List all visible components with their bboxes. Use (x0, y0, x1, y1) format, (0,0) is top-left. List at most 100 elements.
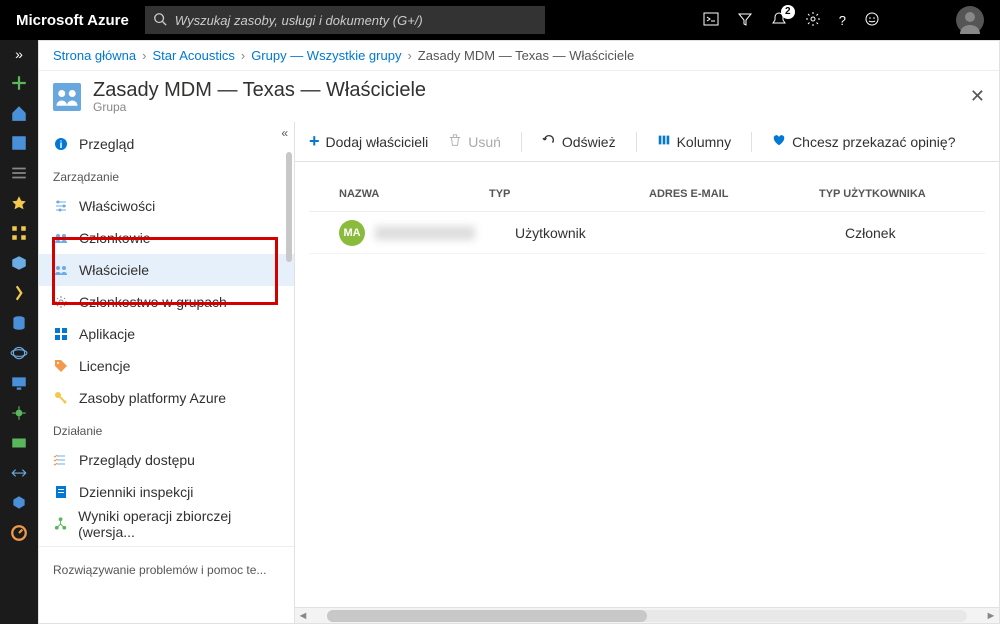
svg-text:i: i (60, 140, 63, 151)
collapse-panel-icon[interactable]: « (281, 126, 288, 140)
nav-create-icon[interactable] (10, 74, 28, 92)
col-name[interactable]: NAZWA (309, 188, 489, 200)
cloud-shell-icon[interactable] (703, 11, 719, 30)
section-activity: Działanie (39, 414, 294, 444)
side-panel: « i Przegląd Zarządzanie Właściwości Czł… (39, 122, 295, 623)
notification-badge: 2 (781, 5, 795, 19)
toolbar-separator (521, 132, 522, 152)
cell-type: Użytkownik (515, 225, 675, 241)
menu-label: Właściwości (79, 198, 155, 214)
nav-vm-icon[interactable] (10, 374, 28, 392)
menu-access-reviews[interactable]: Przeglądy dostępu (39, 444, 294, 476)
menu-audit-logs[interactable]: Dzienniki inspekcji (39, 476, 294, 508)
col-utype[interactable]: TYP UŻYTKOWNIKA (819, 188, 959, 200)
sliders-icon (53, 198, 69, 214)
breadcrumb-link[interactable]: Star Acoustics (152, 48, 234, 63)
nav-dashboard-icon[interactable] (10, 134, 28, 152)
nav-grid-icon[interactable] (10, 224, 28, 242)
menu-bulk-results[interactable]: Wyniki operacji zbiorczej (wersja... (39, 508, 294, 540)
menu-group-membership[interactable]: Członkostwo w grupach (39, 286, 294, 318)
nav-monitor-icon[interactable] (10, 524, 28, 542)
menu-label: Wyniki operacji zbiorczej (wersja... (78, 508, 280, 540)
nav-home-icon[interactable] (10, 104, 28, 122)
button-label: Kolumny (677, 134, 731, 150)
group-icon (53, 83, 81, 111)
nav-menu-icon[interactable] (10, 164, 28, 182)
breadcrumb: Strona główna › Star Acoustics › Grupy —… (39, 41, 999, 71)
nav-aad-icon[interactable] (10, 494, 28, 512)
menu-overview[interactable]: i Przegląd (39, 128, 294, 160)
key-icon (53, 390, 69, 406)
menu-properties[interactable]: Właściwości (39, 190, 294, 222)
filter-icon[interactable] (737, 11, 753, 30)
heart-icon (772, 133, 786, 150)
hierarchy-icon (53, 516, 68, 532)
menu-applications[interactable]: Aplikacje (39, 318, 294, 350)
search-icon (153, 12, 167, 29)
apps-icon (53, 326, 69, 342)
members-icon (53, 230, 69, 246)
button-label: Usuń (468, 134, 501, 150)
add-owners-button[interactable]: + Dodaj właścicieli (309, 131, 428, 152)
scroll-thumb[interactable] (327, 610, 647, 622)
menu-label: Właściciele (79, 262, 149, 278)
user-avatar[interactable] (956, 6, 984, 34)
global-search[interactable] (145, 6, 545, 34)
feedback-button[interactable]: Chcesz przekazać opinię? (772, 133, 955, 150)
chevron-right-icon: › (407, 48, 411, 63)
scroll-left-icon[interactable]: ◄ (295, 610, 311, 622)
toolbar: + Dodaj właścicieli Usuń Odśwież (295, 122, 999, 162)
info-icon: i (53, 136, 69, 152)
menu-licenses[interactable]: Licencje (39, 350, 294, 382)
row-avatar: MA (339, 220, 365, 246)
close-icon[interactable]: ✕ (970, 86, 985, 107)
nav-sql-icon[interactable] (10, 314, 28, 332)
page-title: Zasady MDM — Texas — Właściciele (93, 79, 426, 102)
scrollbar-thumb[interactable] (286, 152, 292, 262)
blurred-name (375, 226, 475, 240)
col-email[interactable]: ADRES E-MAIL (649, 188, 819, 200)
feedback-icon[interactable] (864, 11, 880, 30)
menu-azure-resources[interactable]: Zasoby platformy Azure (39, 382, 294, 414)
help-icon[interactable]: ? (839, 13, 846, 28)
scroll-right-icon[interactable]: ► (983, 610, 999, 622)
gear-icon (53, 294, 69, 310)
button-label: Chcesz przekazać opinię? (792, 134, 955, 150)
plus-icon: + (309, 131, 320, 152)
menu-label: Przeglądy dostępu (79, 452, 195, 468)
brand-logo: Microsoft Azure (16, 12, 129, 29)
menu-owners[interactable]: Właściciele (39, 254, 294, 286)
settings-icon[interactable] (805, 11, 821, 30)
toolbar-separator (751, 132, 752, 152)
section-manage: Zarządzanie (39, 160, 294, 190)
top-actions: 2 ? (703, 6, 984, 34)
breadcrumb-link[interactable]: Grupy — Wszystkie grupy (251, 48, 401, 63)
breadcrumb-link[interactable]: Strona główna (53, 48, 136, 63)
checklist-icon (53, 452, 69, 468)
nav-function-icon[interactable] (10, 284, 28, 302)
columns-button[interactable]: Kolumny (657, 133, 731, 150)
menu-members[interactable]: Członkowie (39, 222, 294, 254)
nav-network-icon[interactable] (10, 464, 28, 482)
nav-favorite-icon[interactable] (10, 194, 28, 212)
refresh-button[interactable]: Odśwież (542, 133, 616, 150)
breadcrumb-current: Zasady MDM — Texas — Właściciele (418, 48, 634, 63)
scroll-track[interactable] (327, 610, 967, 622)
menu-label: Dzienniki inspekcji (79, 484, 193, 500)
nav-cosmos-icon[interactable] (10, 344, 28, 362)
nav-loadbal-icon[interactable] (10, 404, 28, 422)
search-input[interactable] (145, 6, 545, 34)
cell-utype: Członek (845, 225, 985, 241)
nav-box-icon[interactable] (10, 254, 28, 272)
horizontal-scrollbar[interactable]: ◄ ► (295, 607, 999, 623)
expand-nav-icon[interactable]: » (15, 46, 23, 62)
refresh-icon (542, 133, 556, 150)
table-row[interactable]: MA Użytkownik Członek (309, 212, 985, 254)
menu-label: Licencje (79, 358, 130, 374)
chevron-right-icon: › (241, 48, 245, 63)
col-type[interactable]: TYP (489, 188, 649, 200)
trash-icon (448, 133, 462, 150)
notifications-icon[interactable]: 2 (771, 11, 787, 30)
nav-storage-icon[interactable] (10, 434, 28, 452)
columns-icon (657, 133, 671, 150)
